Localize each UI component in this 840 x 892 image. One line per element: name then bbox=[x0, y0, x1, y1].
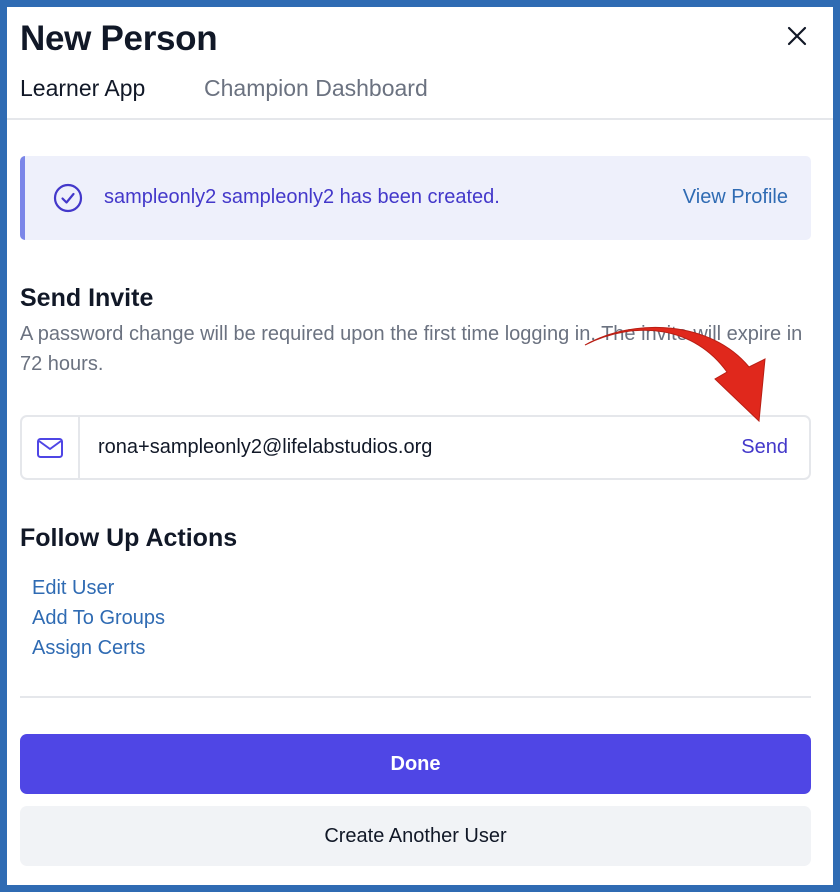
follow-up-actions: Edit User Add To Groups Assign Certs bbox=[32, 573, 165, 663]
tab-champion-dashboard[interactable]: Champion Dashboard bbox=[204, 75, 428, 102]
add-to-groups-link[interactable]: Add To Groups bbox=[32, 603, 165, 633]
send-button[interactable]: Send bbox=[741, 436, 788, 459]
invite-email-field[interactable]: rona+sampleonly2@lifelabstudios.org Send bbox=[20, 415, 811, 480]
tab-bar: Learner App Champion Dashboard bbox=[20, 69, 820, 119]
tabs-divider bbox=[7, 118, 833, 120]
alert-message: sampleonly2 sampleonly2 has been created… bbox=[104, 186, 500, 208]
email-icon-cell bbox=[22, 417, 80, 478]
view-profile-link[interactable]: View Profile bbox=[683, 186, 788, 209]
done-button[interactable]: Done bbox=[20, 734, 811, 794]
close-button[interactable] bbox=[782, 21, 812, 51]
email-value[interactable]: rona+sampleonly2@lifelabstudios.org bbox=[98, 436, 432, 459]
dialog-title: New Person bbox=[20, 19, 218, 58]
assign-certs-link[interactable]: Assign Certs bbox=[32, 633, 165, 663]
mail-icon bbox=[37, 437, 63, 458]
create-another-user-button[interactable]: Create Another User bbox=[20, 806, 811, 866]
check-circle-icon bbox=[53, 183, 83, 213]
send-invite-heading: Send Invite bbox=[20, 284, 154, 312]
edit-user-link[interactable]: Edit User bbox=[32, 573, 165, 603]
send-invite-description: A password change will be required upon … bbox=[20, 323, 803, 375]
success-alert: sampleonly2 sampleonly2 has been created… bbox=[20, 156, 811, 240]
close-icon bbox=[787, 26, 807, 46]
tab-learner-app[interactable]: Learner App bbox=[20, 75, 145, 102]
follow-up-heading: Follow Up Actions bbox=[20, 524, 238, 552]
new-person-dialog: New Person Learner App Champion Dashboar… bbox=[7, 7, 833, 885]
footer-divider bbox=[20, 696, 811, 698]
